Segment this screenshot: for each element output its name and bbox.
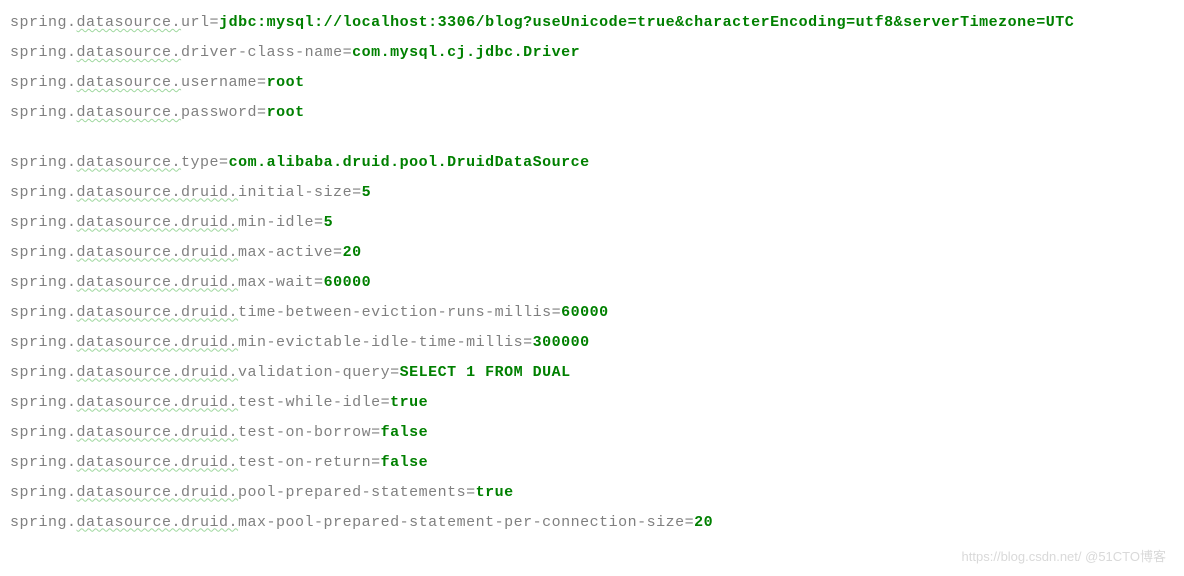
config-value: 5	[324, 214, 334, 231]
key-rest: initial-size=	[238, 184, 362, 201]
key-rest: min-evictable-idle-time-millis=	[238, 334, 533, 351]
key-wavy: datasource.druid.	[77, 214, 239, 231]
config-value: true	[390, 394, 428, 411]
key-prefix: spring.	[10, 424, 77, 441]
key-rest: password=	[181, 104, 267, 121]
key-prefix: spring.	[10, 154, 77, 171]
key-rest: test-while-idle=	[238, 394, 390, 411]
config-value: false	[381, 454, 429, 471]
key-rest: validation-query=	[238, 364, 400, 381]
config-line: spring.datasource.type=com.alibaba.druid…	[10, 148, 1174, 178]
config-line: spring.datasource.druid.test-on-borrow=f…	[10, 418, 1174, 448]
config-value: SELECT 1 FROM DUAL	[400, 364, 571, 381]
key-rest: test-on-borrow=	[238, 424, 381, 441]
config-value: com.alibaba.druid.pool.DruidDataSource	[229, 154, 590, 171]
config-value: root	[267, 104, 305, 121]
config-line: spring.datasource.druid.test-on-return=f…	[10, 448, 1174, 478]
config-line: spring.datasource.url=jdbc:mysql://local…	[10, 8, 1174, 38]
config-line: spring.datasource.driver-class-name=com.…	[10, 38, 1174, 68]
config-value: 60000	[324, 274, 372, 291]
key-prefix: spring.	[10, 364, 77, 381]
key-prefix: spring.	[10, 334, 77, 351]
config-value: 20	[694, 514, 713, 531]
key-rest: driver-class-name=	[181, 44, 352, 61]
blank-line	[10, 128, 1174, 148]
key-wavy: datasource.druid.	[77, 244, 239, 261]
key-rest: max-wait=	[238, 274, 324, 291]
key-rest: url=	[181, 14, 219, 31]
config-line: spring.datasource.druid.max-wait=60000	[10, 268, 1174, 298]
config-line: spring.datasource.password=root	[10, 98, 1174, 128]
key-wavy: datasource.druid.	[77, 184, 239, 201]
config-value: 5	[362, 184, 372, 201]
config-value: true	[476, 484, 514, 501]
config-line: spring.datasource.druid.initial-size=5	[10, 178, 1174, 208]
config-line: spring.datasource.druid.test-while-idle=…	[10, 388, 1174, 418]
config-line: spring.datasource.druid.min-idle=5	[10, 208, 1174, 238]
config-value: false	[381, 424, 429, 441]
config-line: spring.datasource.username=root	[10, 68, 1174, 98]
key-prefix: spring.	[10, 274, 77, 291]
watermark-text: https://blog.csdn.net/ @51CTO博客	[962, 544, 1166, 570]
key-prefix: spring.	[10, 44, 77, 61]
config-line: spring.datasource.druid.min-evictable-id…	[10, 328, 1174, 358]
key-wavy: datasource.druid.	[77, 394, 239, 411]
key-wavy: datasource.druid.	[77, 514, 239, 531]
config-value: jdbc:mysql://localhost:3306/blog?useUnic…	[219, 14, 1074, 31]
key-rest: pool-prepared-statements=	[238, 484, 476, 501]
config-value: com.mysql.cj.jdbc.Driver	[352, 44, 580, 61]
key-prefix: spring.	[10, 14, 77, 31]
key-prefix: spring.	[10, 214, 77, 231]
key-wavy: datasource.druid.	[77, 334, 239, 351]
key-wavy: datasource.	[77, 154, 182, 171]
key-prefix: spring.	[10, 104, 77, 121]
config-line: spring.datasource.druid.max-pool-prepare…	[10, 508, 1174, 538]
key-rest: type=	[181, 154, 229, 171]
config-value: 20	[343, 244, 362, 261]
key-prefix: spring.	[10, 454, 77, 471]
key-wavy: datasource.	[77, 44, 182, 61]
key-prefix: spring.	[10, 74, 77, 91]
key-wavy: datasource.druid.	[77, 304, 239, 321]
key-wavy: datasource.	[77, 104, 182, 121]
config-value: 60000	[561, 304, 609, 321]
key-prefix: spring.	[10, 484, 77, 501]
key-prefix: spring.	[10, 304, 77, 321]
key-wavy: datasource.druid.	[77, 424, 239, 441]
key-prefix: spring.	[10, 244, 77, 261]
key-wavy: datasource.druid.	[77, 484, 239, 501]
config-line: spring.datasource.druid.time-between-evi…	[10, 298, 1174, 328]
config-value: 300000	[533, 334, 590, 351]
key-wavy: datasource.druid.	[77, 364, 239, 381]
key-rest: max-pool-prepared-statement-per-connecti…	[238, 514, 694, 531]
key-rest: username=	[181, 74, 267, 91]
key-wavy: datasource.	[77, 74, 182, 91]
key-prefix: spring.	[10, 184, 77, 201]
key-prefix: spring.	[10, 394, 77, 411]
key-wavy: datasource.druid.	[77, 454, 239, 471]
config-line: spring.datasource.druid.pool-prepared-st…	[10, 478, 1174, 508]
key-wavy: datasource.	[77, 14, 182, 31]
config-line: spring.datasource.druid.validation-query…	[10, 358, 1174, 388]
key-prefix: spring.	[10, 514, 77, 531]
key-wavy: datasource.druid.	[77, 274, 239, 291]
properties-code-block: spring.datasource.url=jdbc:mysql://local…	[10, 8, 1174, 538]
key-rest: min-idle=	[238, 214, 324, 231]
key-rest: time-between-eviction-runs-millis=	[238, 304, 561, 321]
config-value: root	[267, 74, 305, 91]
config-line: spring.datasource.druid.max-active=20	[10, 238, 1174, 268]
key-rest: max-active=	[238, 244, 343, 261]
key-rest: test-on-return=	[238, 454, 381, 471]
